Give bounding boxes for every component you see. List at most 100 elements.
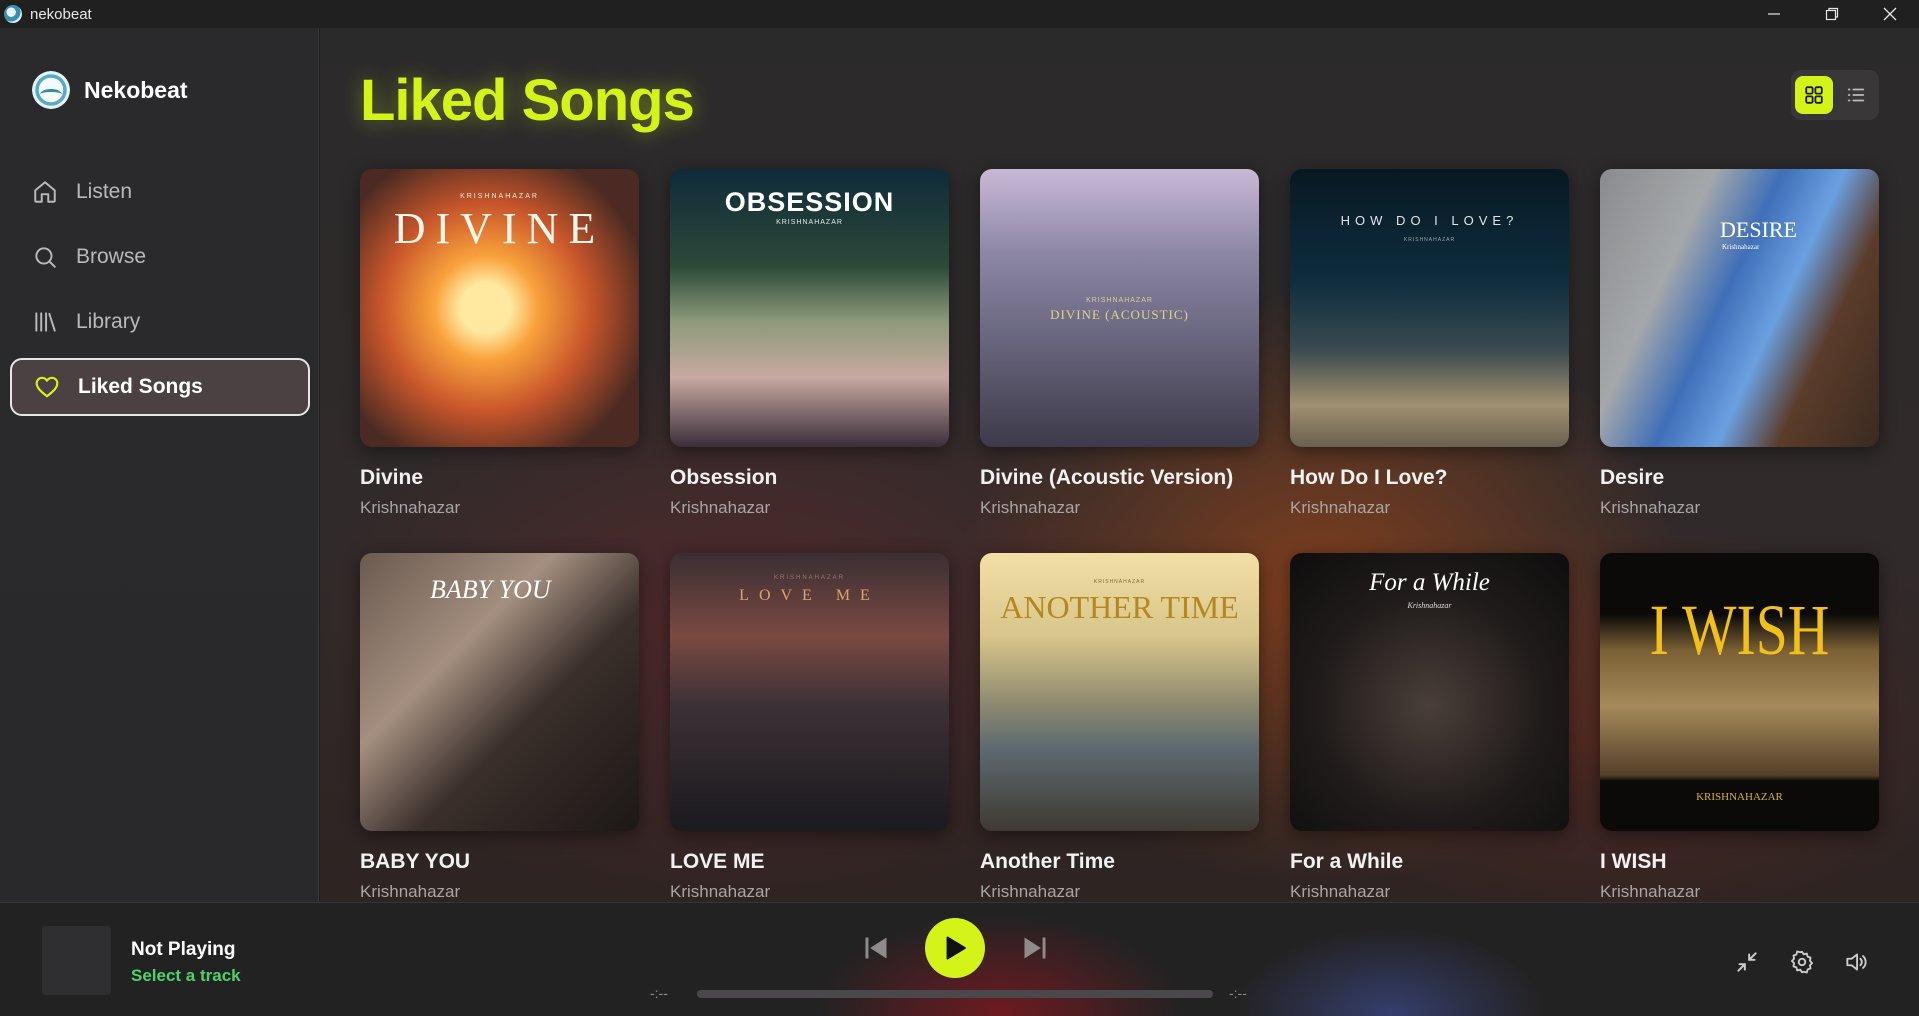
cover-title-text: DIVINE (ACOUSTIC) bbox=[1050, 307, 1189, 322]
cover-title-text: DIVINE bbox=[393, 204, 606, 253]
close-button[interactable] bbox=[1861, 0, 1919, 29]
window-controls bbox=[1745, 0, 1919, 29]
song-card[interactable]: For a While Krishnahazar For a While Kri… bbox=[1290, 553, 1569, 901]
song-card[interactable]: DESIRE Krishnahazar Desire Krishnahazar bbox=[1600, 169, 1879, 517]
sidebar-item-library[interactable]: Library bbox=[10, 293, 310, 351]
sidebar-nav: Listen Browse Library Liked Songs bbox=[10, 163, 310, 423]
progress-bar[interactable] bbox=[697, 990, 1213, 998]
song-title[interactable]: For a While bbox=[1290, 850, 1569, 874]
song-card[interactable]: KRISHNAHAZAR DIVINE Divine Krishnahazar bbox=[360, 169, 639, 517]
volume-button[interactable] bbox=[1843, 949, 1869, 975]
song-title[interactable]: Divine bbox=[360, 466, 639, 490]
song-card[interactable]: OBSESSION KRISHNAHAZAR Obsession Krishna… bbox=[670, 169, 949, 517]
song-card[interactable]: KRISHNAHAZAR LOVE ME LOVE ME Krishnahaza… bbox=[670, 553, 949, 901]
song-artist[interactable]: Krishnahazar bbox=[670, 498, 949, 518]
album-cover[interactable]: KRISHNAHAZAR DIVINE (ACOUSTIC) bbox=[980, 169, 1259, 447]
grid-view-button[interactable] bbox=[1795, 76, 1833, 114]
song-artist[interactable]: Krishnahazar bbox=[1290, 498, 1569, 518]
song-card[interactable]: KRISHNAHAZAR DIVINE (ACOUSTIC) Divine (A… bbox=[980, 169, 1259, 517]
minimize-button[interactable] bbox=[1745, 0, 1803, 29]
cover-title-text: BABY YOU bbox=[430, 575, 551, 604]
play-button[interactable] bbox=[925, 918, 985, 978]
heart-icon bbox=[35, 376, 59, 398]
cover-title-text: DESIRE bbox=[1720, 217, 1797, 242]
song-artist[interactable]: Krishnahazar bbox=[360, 498, 639, 518]
song-artist[interactable]: Krishnahazar bbox=[670, 882, 949, 902]
window-title: nekobeat bbox=[30, 5, 92, 23]
song-card[interactable]: HOW DO I LOVE? KRISHNAHAZAR How Do I Lov… bbox=[1290, 169, 1569, 517]
grid-icon bbox=[1805, 86, 1823, 104]
next-button[interactable] bbox=[1021, 934, 1049, 962]
now-playing-title: Not Playing bbox=[131, 939, 236, 960]
song-artist[interactable]: Krishnahazar bbox=[360, 882, 639, 902]
cover-title-text: LOVE ME bbox=[739, 587, 880, 604]
album-cover[interactable]: For a While Krishnahazar bbox=[1290, 553, 1569, 831]
library-icon bbox=[35, 312, 56, 332]
album-cover[interactable]: KRISHNAHAZAR LOVE ME bbox=[670, 553, 949, 831]
song-card[interactable]: I WISH KRISHNAHAZAR I WISH Krishnahazar bbox=[1600, 553, 1879, 901]
sidebar-item-label: Library bbox=[76, 310, 141, 333]
main-content: Liked Songs KRISHNAHAZAR DIVINE Divine K… bbox=[320, 29, 1919, 902]
collapse-icon bbox=[1737, 952, 1757, 972]
cover-title-text: I WISH bbox=[1649, 590, 1830, 670]
restore-button[interactable] bbox=[1803, 0, 1861, 29]
song-title[interactable]: Obsession bbox=[670, 466, 949, 490]
song-card[interactable]: KRISHNAHAZAR ANOTHER TIME Another Time K… bbox=[980, 553, 1259, 901]
album-cover[interactable]: KRISHNAHAZAR DIVINE bbox=[360, 169, 639, 447]
sidebar-item-listen[interactable]: Listen bbox=[10, 163, 310, 221]
song-card[interactable]: BABY YOU BABY YOU Krishnahazar bbox=[360, 553, 639, 901]
sidebar-item-browse[interactable]: Browse bbox=[10, 228, 310, 286]
cover-artist-text: Krishnahazar bbox=[1722, 243, 1760, 251]
song-artist[interactable]: Krishnahazar bbox=[980, 882, 1259, 902]
cover-artist-text: KRISHNAHAZAR bbox=[773, 575, 845, 581]
cover-title-text: ANOTHER TIME bbox=[1000, 589, 1239, 625]
song-title[interactable]: Another Time bbox=[980, 850, 1259, 874]
song-title[interactable]: Divine (Acoustic Version) bbox=[980, 466, 1259, 490]
song-artist[interactable]: Krishnahazar bbox=[1600, 882, 1879, 902]
sidebar-item-label: Listen bbox=[76, 180, 133, 203]
song-title[interactable]: BABY YOU bbox=[360, 850, 639, 874]
album-cover[interactable]: I WISH KRISHNAHAZAR bbox=[1600, 553, 1879, 831]
brand[interactable]: Nekobeat bbox=[32, 71, 188, 109]
skip-forward-icon bbox=[1024, 937, 1046, 959]
album-cover[interactable]: KRISHNAHAZAR ANOTHER TIME bbox=[980, 553, 1259, 831]
cover-title-text: HOW DO I LOVE? bbox=[1340, 213, 1519, 228]
song-title[interactable]: How Do I Love? bbox=[1290, 466, 1569, 490]
search-icon bbox=[35, 247, 56, 268]
restore-icon bbox=[1825, 7, 1839, 21]
cover-artist-text: KRISHNAHAZAR bbox=[1403, 237, 1456, 243]
album-cover[interactable]: HOW DO I LOVE? KRISHNAHAZAR bbox=[1290, 169, 1569, 447]
window-titlebar: nekobeat bbox=[0, 0, 1919, 29]
album-cover[interactable]: DESIRE Krishnahazar bbox=[1600, 169, 1879, 447]
close-icon bbox=[1883, 7, 1897, 21]
elapsed-time: -:-- bbox=[650, 985, 668, 1001]
cover-title-text: OBSESSION bbox=[724, 187, 895, 217]
cover-title-text: For a While bbox=[1369, 569, 1490, 596]
previous-button[interactable] bbox=[862, 934, 890, 962]
song-artist[interactable]: Krishnahazar bbox=[980, 498, 1259, 518]
brand-name: Nekobeat bbox=[84, 76, 188, 103]
list-view-button[interactable] bbox=[1837, 76, 1875, 114]
total-time: -:-- bbox=[1229, 985, 1247, 1001]
app-icon bbox=[4, 5, 22, 23]
album-cover[interactable]: BABY YOU bbox=[360, 553, 639, 831]
song-title[interactable]: LOVE ME bbox=[670, 850, 949, 874]
sidebar-item-label: Liked Songs bbox=[78, 375, 203, 398]
song-artist[interactable]: Krishnahazar bbox=[1600, 498, 1879, 518]
cover-artist-text: KRISHNAHAZAR bbox=[1086, 297, 1153, 304]
song-artist[interactable]: Krishnahazar bbox=[1290, 882, 1569, 902]
page-title: Liked Songs bbox=[360, 68, 695, 133]
play-icon bbox=[946, 936, 966, 960]
nekobeat-logo-icon bbox=[32, 71, 70, 109]
song-title[interactable]: I WISH bbox=[1600, 850, 1879, 874]
settings-button[interactable] bbox=[1789, 949, 1815, 975]
cover-artist-text: Krishnahazar bbox=[1407, 601, 1452, 610]
song-title[interactable]: Desire bbox=[1600, 466, 1879, 490]
skip-back-icon bbox=[865, 937, 887, 959]
album-cover[interactable]: OBSESSION KRISHNAHAZAR bbox=[670, 169, 949, 447]
player-bar: Not Playing Select a track -:-- -:-- bbox=[0, 902, 1919, 1016]
gear-icon bbox=[1791, 950, 1813, 974]
cover-artist-text: KRISHNAHAZAR bbox=[1696, 791, 1783, 803]
sidebar-item-liked-songs[interactable]: Liked Songs bbox=[10, 358, 310, 416]
minimize-player-button[interactable] bbox=[1734, 949, 1760, 975]
